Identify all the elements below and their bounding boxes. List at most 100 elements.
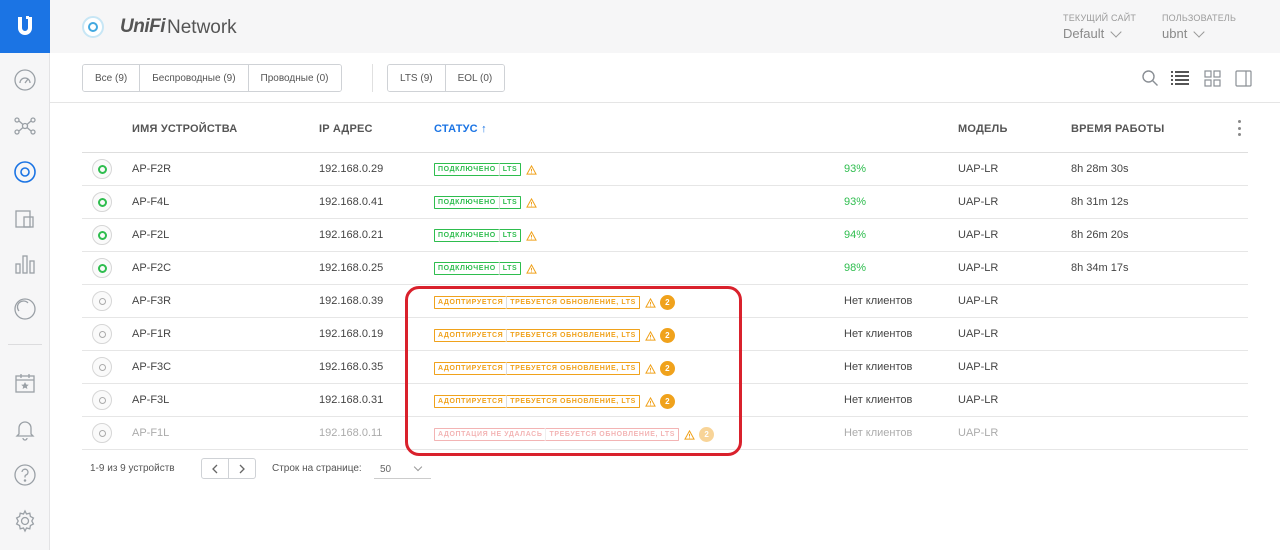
table-row[interactable]: AP-F3L 192.168.0.31 АДОПТИРУЕТСЯ ТРЕБУЕТСЯ …: [82, 384, 1248, 417]
filter-wireless-button[interactable]: Беспроводные (9): [140, 65, 249, 91]
device-name: AP-F2R: [132, 163, 172, 175]
status-tag-chip: ТРЕБУЕТСЯ ОБНОВЛЕНИЕ, LTS: [506, 362, 640, 375]
device-status: АДОПТАЦИЯ НЕ УДАЛАСЬ ТРЕБУЕТСЯ ОБНОВЛЕНИЕ…: [434, 427, 715, 442]
devices-icon[interactable]: [12, 159, 38, 185]
device-status: АДОПТИРУЕТСЯ ТРЕБУЕТСЯ ОБНОВЛЕНИЕ, LTS 2: [434, 361, 675, 376]
device-status-icon: [92, 324, 112, 344]
pagination-count: 1-9 из 9 устройств: [90, 463, 175, 474]
device-name: AP-F1R: [132, 328, 172, 340]
device-model: UAP-LR: [958, 196, 999, 208]
warning-icon: [644, 330, 656, 341]
settings-icon[interactable]: [12, 508, 38, 534]
table-row[interactable]: AP-F2R 192.168.0.29 ПОДКЛЮЧЕНО LTS 93% UAP-LR…: [82, 153, 1248, 186]
status-tag-chip: ТРЕБУЕТСЯ ОБНОВЛЕНИЕ, LTS: [506, 329, 640, 342]
chevron-down-icon: [1110, 25, 1122, 38]
filter-divider: [372, 64, 373, 92]
device-status: ПОДКЛЮЧЕНО LTS: [434, 262, 538, 275]
brand-name: UniFi: [120, 16, 166, 37]
device-ip: 192.168.0.31: [319, 394, 384, 406]
filter-all-button[interactable]: Все (9): [83, 65, 141, 91]
user-menu[interactable]: ПОЛЬЗОВАТЕЛЬ ubnt: [1162, 13, 1236, 41]
status-chip: ПОДКЛЮЧЕНО: [434, 196, 499, 209]
device-status-icon: [92, 225, 112, 245]
filter-eol-button[interactable]: EOL (0): [445, 65, 505, 91]
column-name[interactable]: ИМЯ УСТРОЙСТВА: [132, 123, 237, 135]
clients-icon[interactable]: [12, 206, 38, 232]
device-ip: 192.168.0.21: [319, 229, 384, 241]
notification-badge[interactable]: 2: [659, 361, 675, 376]
device-status-icon: [92, 423, 112, 443]
devices-table: ИМЯ УСТРОЙСТВА IP АДРЕС СТАТУС ↑ МОДЕЛЬ …: [82, 103, 1248, 450]
table-row[interactable]: AP-F4L 192.168.0.41 ПОДКЛЮЧЕНО LTS 93% UAP-LR…: [82, 186, 1248, 219]
table-row[interactable]: AP-F2L 192.168.0.21 ПОДКЛЮЧЕНО LTS 94% UAP-LR…: [82, 219, 1248, 252]
grid-view-icon[interactable]: [1202, 68, 1222, 88]
device-status-icon: [92, 159, 112, 179]
insights-icon[interactable]: [12, 296, 38, 322]
device-status: АДОПТИРУЕТСЯ ТРЕБУЕТСЯ ОБНОВЛЕНИЕ, LTS 2: [434, 295, 675, 310]
device-model: UAP-LR: [958, 163, 999, 175]
rows-per-page-select[interactable]: 50: [374, 460, 431, 479]
column-options-icon[interactable]: [1237, 120, 1241, 136]
table-row[interactable]: AP-F2C 192.168.0.25 ПОДКЛЮЧЕНО LTS 98% UAP-LR…: [82, 252, 1248, 285]
notification-badge[interactable]: 2: [699, 427, 715, 442]
firmware-filter-group: LTS (9) EOL (0): [387, 64, 506, 92]
list-view-icon[interactable]: [1170, 68, 1190, 88]
device-clients: 94%: [844, 229, 867, 241]
warning-icon: [644, 363, 656, 374]
device-status-icon: [92, 291, 112, 311]
column-uptime[interactable]: ВРЕМЯ РАБОТЫ: [1071, 123, 1164, 135]
device-status: ПОДКЛЮЧЕНО LTS: [434, 229, 538, 242]
events-icon[interactable]: [12, 370, 38, 396]
table-row[interactable]: AP-F1R 192.168.0.19 АДОПТИРУЕТСЯ ТРЕБУЕТСЯ …: [82, 318, 1248, 351]
filter-toolbar: Все (9) Беспроводные (9) Проводные (0) L…: [50, 53, 1280, 103]
type-filter-group: Все (9) Беспроводные (9) Проводные (0): [82, 64, 342, 92]
search-icon[interactable]: [1140, 68, 1160, 88]
prev-page-button[interactable]: [202, 459, 229, 478]
status-tag-chip: ТРЕБУЕТСЯ ОБНОВЛЕНИЕ, LTS: [506, 296, 640, 309]
dashboard-icon[interactable]: [12, 67, 38, 93]
column-model[interactable]: МОДЕЛЬ: [958, 123, 1008, 135]
help-icon[interactable]: [12, 462, 38, 488]
chevron-right-icon: [239, 464, 245, 473]
notification-badge[interactable]: 2: [659, 394, 675, 409]
status-chip: АДОПТИРУЕТСЯ: [434, 362, 507, 375]
notification-badge[interactable]: 2: [659, 328, 675, 343]
panel-view-icon[interactable]: [1233, 68, 1253, 88]
warning-icon: [526, 230, 538, 241]
site-selector[interactable]: ТЕКУЩИЙ САЙТ Default: [1063, 13, 1136, 41]
status-tag-chip: LTS: [498, 229, 522, 242]
next-page-button[interactable]: [229, 459, 255, 478]
site-value: Default: [1063, 26, 1105, 41]
filter-wired-button[interactable]: Проводные (0): [248, 65, 341, 91]
table-row[interactable]: AP-F1L 192.168.0.11 АДОПТАЦИЯ НЕ УДАЛАСЬ ТР…: [82, 417, 1248, 450]
notification-badge[interactable]: 2: [659, 295, 675, 310]
ubiquiti-logo-icon[interactable]: [0, 0, 50, 53]
device-model: UAP-LR: [958, 328, 999, 340]
status-chip: ПОДКЛЮЧЕНО: [434, 163, 499, 176]
brand-product: Network: [167, 17, 237, 38]
device-clients: Нет клиентов: [844, 328, 913, 340]
unifi-logo-icon: [82, 16, 104, 38]
status-tag-chip: ТРЕБУЕТСЯ ОБНОВЛЕНИЕ, LTS: [545, 428, 680, 441]
topology-icon[interactable]: [12, 113, 38, 139]
device-uptime: 8h 28m 30s: [1071, 163, 1129, 175]
device-clients: Нет клиентов: [844, 361, 913, 373]
column-status[interactable]: СТАТУС ↑: [434, 123, 487, 135]
table-row[interactable]: AP-F3R 192.168.0.39 АДОПТИРУЕТСЯ ТРЕБУЕТСЯ …: [82, 285, 1248, 318]
device-name: AP-F2L: [132, 229, 170, 241]
status-chip: АДОПТИРУЕТСЯ: [434, 395, 507, 408]
column-ip[interactable]: IP АДРЕС: [319, 123, 373, 135]
filter-lts-button[interactable]: LTS (9): [388, 65, 446, 91]
device-name: AP-F3L: [132, 394, 170, 406]
device-status: АДОПТИРУЕТСЯ ТРЕБУЕТСЯ ОБНОВЛЕНИЕ, LTS 2: [434, 328, 675, 343]
statistics-icon[interactable]: [12, 251, 38, 277]
alerts-icon[interactable]: [12, 416, 38, 442]
sort-arrow-up-icon: ↑: [481, 123, 487, 135]
device-model: UAP-LR: [958, 262, 999, 274]
device-name: AP-F1L: [132, 427, 170, 439]
status-chip: АДОПТИРУЕТСЯ: [434, 296, 507, 309]
table-row[interactable]: AP-F3C 192.168.0.35 АДОПТИРУЕТСЯ ТРЕБУЕТСЯ …: [82, 351, 1248, 384]
warning-icon: [526, 197, 538, 208]
column-status-label: СТАТУС: [434, 123, 478, 135]
status-chip: ПОДКЛЮЧЕНО: [434, 262, 499, 275]
